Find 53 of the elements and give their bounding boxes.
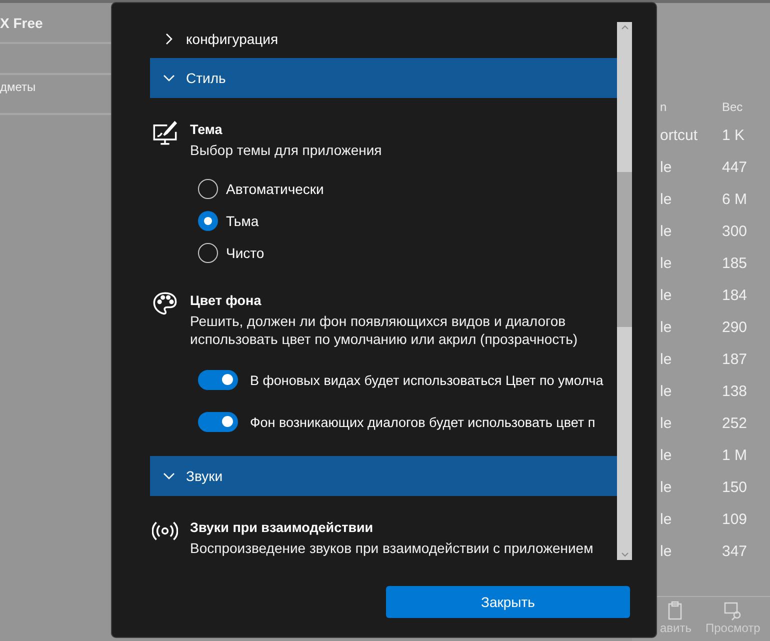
radio-label[interactable]: Чисто [226,245,264,261]
toggle-switch[interactable] [198,412,238,432]
setting-description: Воспроизведение звуков при взаимодействии с приложением [190,539,594,557]
section-header[interactable]: Стиль [150,58,617,98]
table-cell-text: 300 [722,222,748,240]
table-cell-text: 109 [722,510,748,528]
toggle-label: Фон возникающих диалогов будет использовать цвет п [250,414,596,430]
table-cell-text: 252 [722,414,748,432]
table-cell-text: le [660,254,673,272]
table-cell-text: le [660,286,673,304]
toggle-switch[interactable] [198,370,238,390]
setting-description: Решить, должен ли фон появляющихся видов и диалогов использовать цвет по умолчанию или акрил (прозрачность) [190,312,579,348]
table-cell-text: 290 [722,318,748,336]
setting-description: Выбор темы для приложения [190,141,383,159]
toggle-label: В фоновых видах будет использоваться Цвет по умолча [250,372,604,388]
table-cell-text: 347 [722,542,748,560]
table-cell-text: 138 [722,382,748,400]
setting-title: Звуки при взаимодействии [190,519,374,537]
table-cell-text: le [660,446,673,464]
table-cell-text: 6 M [722,190,748,208]
radio-button[interactable] [198,211,218,231]
table-cell-text: ortcut [660,126,699,144]
radio-label[interactable]: Автоматически [226,181,324,197]
radio-button[interactable] [198,243,218,263]
table-cell-text: le [660,350,673,368]
monitor-brush-icon [152,120,178,146]
palette-icon [152,291,178,317]
table-cell-text: 187 [722,350,748,368]
setting-title: Цвет фона [190,292,262,310]
scrollbar-thumb[interactable] [617,172,632,327]
table-cell-text: le [660,222,673,240]
table-cell-text: 184 [722,286,748,304]
table-cell-text: 150 [722,478,748,496]
table-cell-text: le [660,158,673,176]
radio-button[interactable] [198,179,218,199]
table-cell-text: le [660,190,673,208]
scrollbar[interactable] [617,22,632,560]
close-button[interactable]: Закрыть [386,586,630,618]
table-cell-text: le [660,318,673,336]
table-cell-text: 1 M [722,446,748,464]
table-cell-text: le [660,542,673,560]
section-header[interactable]: конфигурация [150,20,617,58]
section-header[interactable]: Звуки [150,456,617,496]
window-search-icon [722,601,743,621]
radio-label[interactable]: Тьма [226,213,259,229]
table-cell-text: le [660,478,673,496]
table-cell-text: 447 [722,158,748,176]
table-cell-text: 185 [722,254,748,272]
table-cell-text: le [660,414,673,432]
table-cell-text: 1 K [722,126,746,144]
table-cell-text: le [660,510,673,528]
table-cell-text: le [660,382,673,400]
setting-title: Тема [190,121,224,139]
